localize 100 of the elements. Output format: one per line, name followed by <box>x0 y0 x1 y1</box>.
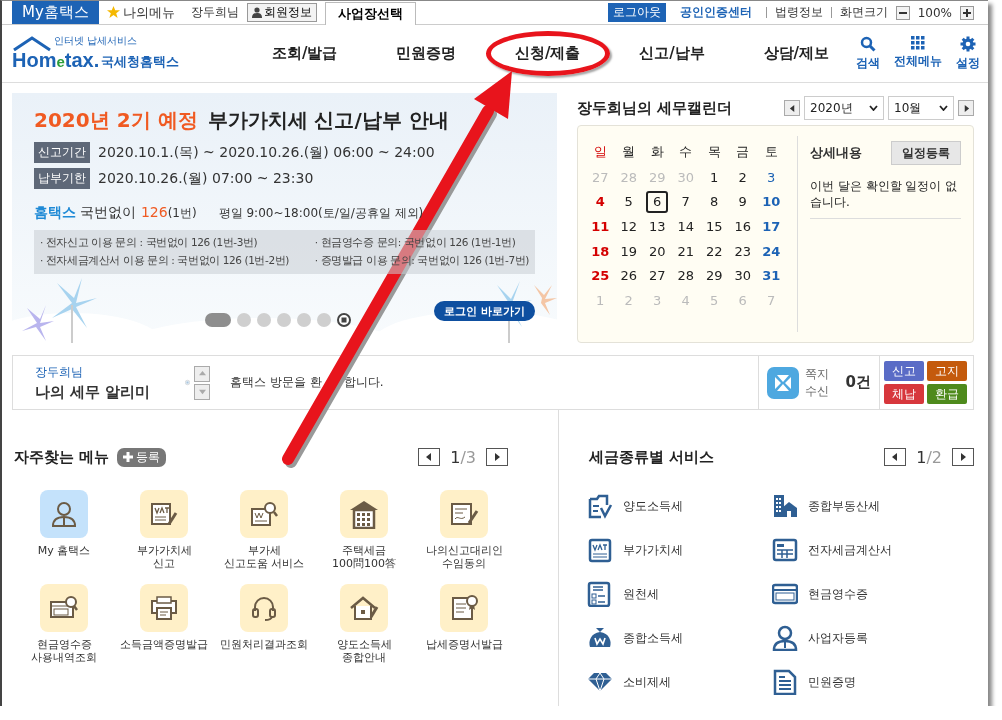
member-info-button[interactable]: 회원정보 <box>246 3 317 22</box>
previous-page-button[interactable] <box>418 448 441 466</box>
tax-service-link[interactable]: 전자세금계산서 <box>772 536 957 564</box>
tax-service-link[interactable]: 종합부동산세 <box>772 492 957 520</box>
my-menu-link[interactable]: 나의메뉴 <box>106 3 175 22</box>
quick-menu-item[interactable]: 주택세금 100問100答 <box>314 490 414 570</box>
zoom-out-button[interactable] <box>895 5 910 20</box>
quick-menu-item[interactable]: My 홈택스 <box>14 490 114 570</box>
nav-menu-item[interactable]: 민원증명 <box>367 31 486 76</box>
calendar-day[interactable]: 11 <box>589 215 612 238</box>
slide-dot[interactable] <box>317 313 331 327</box>
my-hometax-tab[interactable]: My홈택스 <box>12 1 99 24</box>
calendar-day[interactable]: 25 <box>589 264 612 287</box>
status-tag[interactable]: 환급 <box>927 384 967 404</box>
hometax-logo[interactable]: 인터넷 납세서비스 Hometax.국세청홈택스 <box>12 35 237 72</box>
year-select[interactable]: 2020년 <box>804 96 884 120</box>
quick-menu-item[interactable]: 양도소득세 종합안내 <box>314 584 414 664</box>
period-tag: 납부기한 <box>34 168 90 189</box>
tax-service-link[interactable]: 현금영수증 <box>772 580 957 608</box>
next-page-button[interactable] <box>952 448 974 466</box>
weekday-label: 금 <box>735 143 751 162</box>
previous-page-button[interactable] <box>884 448 907 466</box>
calendar-day[interactable]: 12 <box>617 215 640 238</box>
document-check-icon <box>587 493 613 519</box>
calendar-day[interactable]: 19 <box>617 240 640 263</box>
person-icon <box>49 499 79 529</box>
note-label: 수신 <box>805 382 829 400</box>
add-schedule-button[interactable]: 일정등록 <box>891 141 961 165</box>
next-month-button[interactable] <box>958 100 974 116</box>
calendar-day[interactable]: 10 <box>760 190 783 213</box>
status-tag[interactable]: 고지 <box>927 361 967 381</box>
quick-menu-item[interactable]: 민원처리결과조회 <box>214 584 314 664</box>
slide-dot[interactable] <box>237 313 251 327</box>
screen-size-label: 화면크기 <box>839 4 888 21</box>
calendar-day[interactable]: 5 <box>617 190 640 213</box>
printer-icon <box>149 593 179 623</box>
workplace-select-tab[interactable]: 사업장선택 <box>324 1 416 25</box>
cash-icon <box>772 581 798 607</box>
calendar-day[interactable]: 21 <box>674 240 697 263</box>
previous-month-button[interactable] <box>784 100 800 116</box>
slide-dot[interactable] <box>257 313 271 327</box>
next-page-button[interactable] <box>486 448 508 466</box>
calendar-day[interactable]: 26 <box>617 264 640 287</box>
tax-service-link[interactable]: 양도소득세 <box>587 492 772 520</box>
calendar-day[interactable]: 3 <box>760 166 783 189</box>
status-tag[interactable]: 체납 <box>884 384 924 404</box>
toolbar-link[interactable]: 전체메뉴 <box>894 35 942 72</box>
nav-menu-item[interactable]: 신고/납부 <box>610 31 734 76</box>
message-icon <box>767 366 799 399</box>
quick-menu-item[interactable]: 소득금액증명발급 <box>114 584 214 664</box>
nav-menu-item[interactable]: 상담/제보 <box>734 31 858 76</box>
calendar-day[interactable]: 27 <box>646 264 669 287</box>
toolbar-link[interactable]: 검색 <box>856 35 880 72</box>
calendar-day[interactable]: 6 <box>646 190 669 213</box>
calendar-day[interactable]: 31 <box>760 264 783 287</box>
quick-menu-item[interactable]: 부가세 신고도움 서비스 <box>214 490 314 570</box>
law-info-link[interactable]: 법령정보 <box>774 4 823 21</box>
calendar-day[interactable]: 1 <box>703 166 726 189</box>
calendar-day[interactable]: 13 <box>646 215 669 238</box>
quick-menu-item[interactable]: 부가가치세 신고 <box>114 490 214 570</box>
nav-menu-item[interactable]: 신청/제출 <box>486 31 610 76</box>
register-button[interactable]: 등록 <box>117 447 167 467</box>
logout-button[interactable]: 로그아웃 <box>607 3 666 22</box>
month-select[interactable]: 10월 <box>888 96 954 120</box>
zoom-in-button[interactable] <box>960 5 974 20</box>
pause-icon[interactable] <box>337 313 351 327</box>
calendar-day[interactable]: 22 <box>703 240 726 263</box>
toolbar-link[interactable]: 설정 <box>956 35 980 72</box>
login-shortcut-button[interactable]: 로그인 바로가기 <box>434 301 535 321</box>
calendar-day[interactable]: 23 <box>731 240 754 263</box>
calendar-day[interactable]: 15 <box>703 215 726 238</box>
quick-menu-item[interactable]: 납세증명서발급 <box>414 584 514 664</box>
calendar-day[interactable]: 9 <box>731 190 754 213</box>
calendar-day[interactable]: 8 <box>703 190 726 213</box>
calendar-day[interactable]: 20 <box>646 240 669 263</box>
status-tag[interactable]: 신고 <box>884 361 924 381</box>
calendar-day[interactable]: 24 <box>760 240 783 263</box>
calendar-day[interactable]: 14 <box>674 215 697 238</box>
calendar-day[interactable]: 7 <box>674 190 697 213</box>
slide-dot[interactable] <box>277 313 291 327</box>
tax-service-link[interactable]: 민원증명 <box>772 668 957 696</box>
certificate-center-link[interactable]: 공인인증센터 <box>679 4 752 21</box>
calendar-day[interactable]: 29 <box>703 264 726 287</box>
calendar-day[interactable]: 2 <box>731 166 754 189</box>
tax-service-link[interactable]: 종합소득세 <box>587 624 772 652</box>
quick-menu-item[interactable]: 나의신고대리인 수임동의 <box>414 490 514 570</box>
tax-service-link[interactable]: 소비제세 <box>587 668 772 696</box>
tax-service-link[interactable]: 부가가치세 <box>587 536 772 564</box>
quick-menu-item[interactable]: 현금영수증 사용내역조회 <box>14 584 114 664</box>
calendar-day[interactable]: 4 <box>589 190 612 213</box>
slide-dot[interactable] <box>297 313 311 327</box>
tax-service-link[interactable]: 원천세 <box>587 580 772 608</box>
nav-menu-item[interactable]: 조회/발급 <box>243 31 367 76</box>
calendar-day[interactable]: 16 <box>731 215 754 238</box>
calendar-day[interactable]: 17 <box>760 215 783 238</box>
calendar-day[interactable]: 28 <box>674 264 697 287</box>
section-title: 자주찾는 메뉴 <box>14 447 110 467</box>
calendar-day[interactable]: 18 <box>589 240 612 263</box>
calendar-day[interactable]: 30 <box>731 264 754 287</box>
tax-service-link[interactable]: 사업자등록 <box>772 624 957 652</box>
